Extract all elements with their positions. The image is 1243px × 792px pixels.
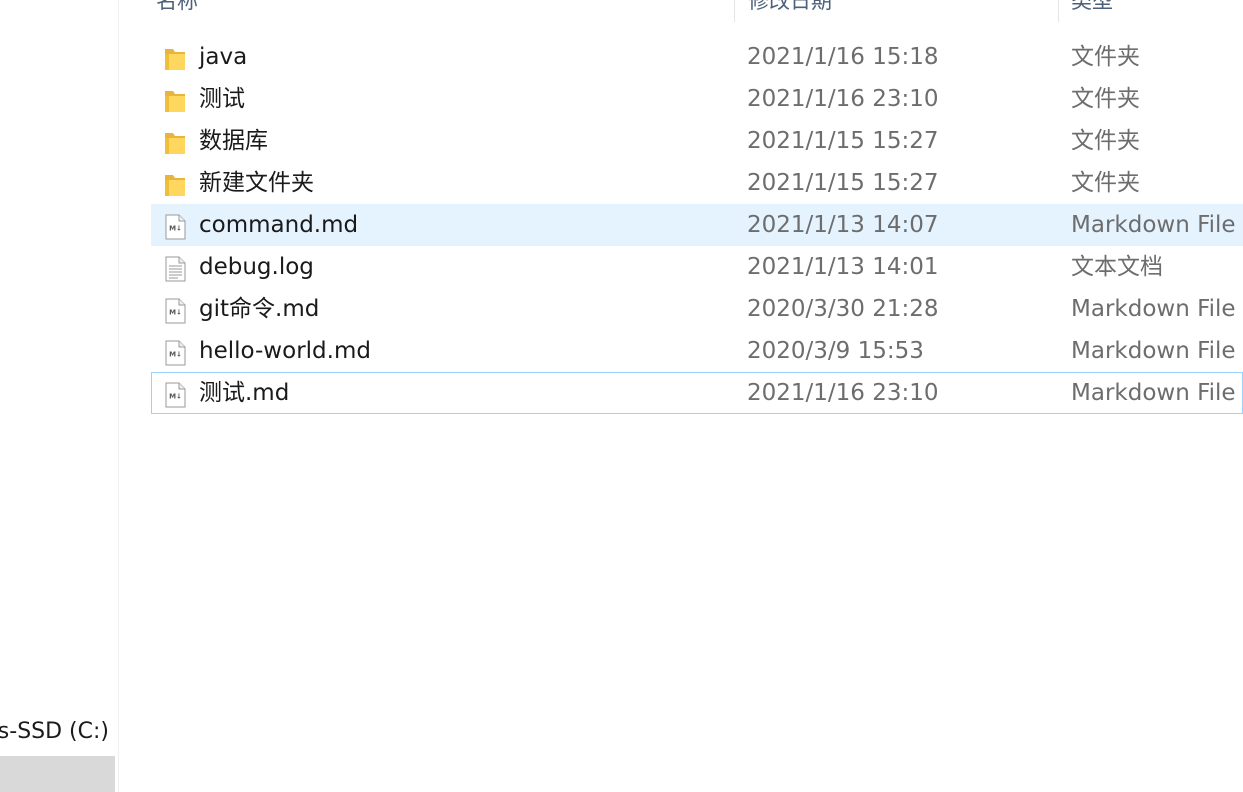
nav-item-label: s-SSD (C:) — [0, 719, 109, 744]
file-row[interactable]: M↓ 测试.md 2021/1/16 23:10 Markdown File — [151, 372, 1243, 414]
file-type: 文件夹 — [1071, 44, 1140, 70]
file-type: Markdown File — [1071, 338, 1236, 364]
file-type: 文件夹 — [1071, 86, 1140, 112]
svg-text:M↓: M↓ — [169, 309, 182, 317]
file-date-modified: 2020/3/30 21:28 — [747, 296, 939, 322]
file-name: debug.log — [199, 254, 314, 280]
file-date-modified: 2021/1/15 15:27 — [747, 170, 939, 196]
file-name: hello-world.md — [199, 338, 371, 364]
file-row[interactable]: java 2021/1/16 15:18 文件夹 — [151, 36, 1243, 78]
nav-item-selected[interactable]: ) — [0, 756, 115, 792]
column-header: 名称 修改日期 类型 — [120, 0, 1243, 22]
file-date-modified: 2021/1/13 14:01 — [747, 254, 939, 280]
file-name: command.md — [199, 212, 359, 238]
folder-icon — [163, 128, 187, 154]
file-name: git命令.md — [199, 296, 320, 322]
text-file-icon — [163, 254, 187, 282]
markdown-file-icon: M↓ — [163, 212, 187, 240]
file-row[interactable]: 数据库 2021/1/15 15:27 文件夹 — [151, 120, 1243, 162]
file-name: java — [199, 44, 248, 70]
svg-text:M↓: M↓ — [169, 225, 182, 233]
file-date-modified: 2021/1/16 23:10 — [747, 380, 939, 406]
file-explorer-window: s-SSD (C:) ) 名称 修改日期 类型 java 2021/1/16 1… — [0, 0, 1243, 792]
svg-text:M↓: M↓ — [169, 393, 182, 401]
file-date-modified: 2021/1/16 23:10 — [747, 86, 939, 112]
column-divider[interactable] — [1058, 0, 1059, 22]
markdown-file-icon: M↓ — [163, 380, 187, 408]
nav-item-label: ) — [0, 760, 1, 792]
file-type: Markdown File — [1071, 380, 1236, 406]
file-row[interactable]: M↓ command.md 2021/1/13 14:07 Markdown F… — [151, 204, 1243, 246]
file-row[interactable]: 新建文件夹 2021/1/15 15:27 文件夹 — [151, 162, 1243, 204]
column-divider[interactable] — [734, 0, 735, 22]
file-row[interactable]: debug.log 2021/1/13 14:01 文本文档 — [151, 246, 1243, 288]
file-type: 文件夹 — [1071, 170, 1140, 196]
markdown-file-icon: M↓ — [163, 338, 187, 366]
file-type: Markdown File — [1071, 296, 1236, 322]
folder-icon — [163, 86, 187, 112]
file-row[interactable]: 测试 2021/1/16 23:10 文件夹 — [151, 78, 1243, 120]
file-type: 文件夹 — [1071, 128, 1140, 154]
file-date-modified: 2021/1/15 15:27 — [747, 128, 939, 154]
file-list: java 2021/1/16 15:18 文件夹 测试 2021/1/16 23… — [151, 36, 1243, 414]
folder-icon — [163, 170, 187, 196]
file-date-modified: 2021/1/16 15:18 — [747, 44, 939, 70]
file-type: Markdown File — [1071, 212, 1236, 238]
file-date-modified: 2020/3/9 15:53 — [747, 338, 924, 364]
column-header-type[interactable]: 类型 — [1071, 0, 1243, 22]
navigation-pane[interactable]: s-SSD (C:) ) — [0, 0, 119, 792]
file-name: 测试.md — [199, 380, 290, 406]
file-row[interactable]: M↓ git命令.md 2020/3/30 21:28 Markdown Fil… — [151, 288, 1243, 330]
file-name: 测试 — [199, 86, 245, 112]
column-header-name[interactable]: 名称 — [156, 0, 726, 22]
file-name: 数据库 — [199, 128, 268, 154]
column-header-date-modified[interactable]: 修改日期 — [748, 0, 1048, 22]
svg-text:M↓: M↓ — [169, 351, 182, 359]
file-row[interactable]: M↓ hello-world.md 2020/3/9 15:53 Markdow… — [151, 330, 1243, 372]
file-type: 文本文档 — [1071, 254, 1163, 280]
folder-icon — [163, 44, 187, 70]
nav-item-drive-c[interactable]: s-SSD (C:) — [0, 714, 118, 750]
file-date-modified: 2021/1/13 14:07 — [747, 212, 939, 238]
file-name: 新建文件夹 — [199, 170, 314, 196]
markdown-file-icon: M↓ — [163, 296, 187, 324]
